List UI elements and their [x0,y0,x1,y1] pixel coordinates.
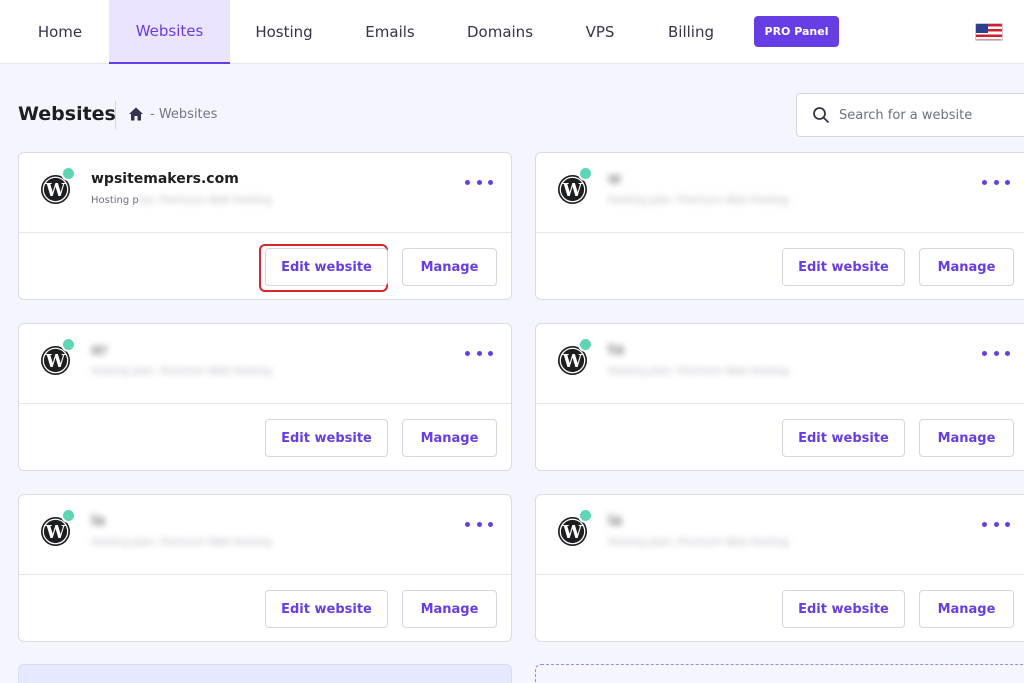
website-domain[interactable]: la [608,513,622,529]
edit-website-button[interactable]: Edit website [782,248,905,286]
svg-text:W: W [45,523,66,543]
edit-website-button[interactable]: Edit website [265,248,388,286]
hosting-plan: Hosting plan: Premium Web Hosting [91,366,272,377]
manage-button[interactable]: Manage [919,248,1014,286]
website-domain[interactable]: la [91,513,105,529]
manage-button[interactable]: Manage [402,248,497,286]
nav-vps[interactable]: VPS [571,0,629,64]
more-options-icon[interactable] [465,517,493,531]
hosting-plan: Hosting plan: Premium Web Hosting [608,537,789,548]
website-domain[interactable]: wpsitemakers.com [91,171,239,187]
card-header: W ta Hosting plan: Premium Web Hosting [536,324,1024,404]
manage-button[interactable]: Manage [402,590,497,628]
nav-home[interactable]: Home [18,0,102,64]
top-navigation: Home Websites Hosting Emails Domains VPS… [0,0,1024,64]
nav-domains[interactable]: Domains [455,0,545,64]
svg-text:W: W [562,523,583,543]
manage-button[interactable]: Manage [402,419,497,457]
manage-button[interactable]: Manage [919,590,1014,628]
card-header: W la Hosting plan: Premium Web Hosting [19,495,511,575]
hosting-plan: Hosting plan: Premium Web Hosting [91,537,272,548]
more-options-icon[interactable] [982,346,1010,360]
card-header: W wpsitemakers.com Hosting plan: Premium… [19,153,511,233]
status-active-dot [578,508,593,523]
edit-website-button[interactable]: Edit website [782,590,905,628]
status-active-dot [61,508,76,523]
more-options-icon[interactable] [982,517,1010,531]
manage-button[interactable]: Manage [919,419,1014,457]
breadcrumb: - Websites [150,107,218,122]
search-icon [813,107,829,123]
website-card: W w Hosting plan: Premium Web Hosting Ed… [535,152,1024,300]
nav-websites[interactable]: Websites [109,0,230,64]
hosting-plan: Hosting plan: Premium Web Hosting [91,195,272,206]
search-placeholder: Search for a website [839,108,973,123]
svg-text:W: W [562,181,583,201]
more-options-icon[interactable] [465,346,493,360]
hosting-plan: Hosting plan: Premium Web Hosting [608,195,789,206]
website-card: W ar Hosting plan: Premium Web Hosting E… [18,323,512,471]
add-website-card[interactable] [535,664,1024,683]
card-header: W ar Hosting plan: Premium Web Hosting [19,324,511,404]
us-flag-icon[interactable] [975,23,1003,41]
edit-website-button[interactable]: Edit website [265,590,388,628]
nav-hosting[interactable]: Hosting [242,0,326,64]
status-active-dot [578,166,593,181]
nav-emails[interactable]: Emails [352,0,428,64]
website-domain[interactable]: ta [608,342,624,358]
hosting-plan: Hosting plan: Premium Web Hosting [608,366,789,377]
website-card: W wpsitemakers.com Hosting plan: Premium… [18,152,512,300]
page-title: Websites [18,103,116,125]
more-options-icon[interactable] [465,175,493,189]
svg-text:W: W [45,181,66,201]
status-active-dot [61,166,76,181]
home-icon[interactable] [128,106,144,122]
website-card: W ta Hosting plan: Premium Web Hosting E… [535,323,1024,471]
svg-text:W: W [45,352,66,372]
title-divider [115,101,116,129]
website-domain[interactable]: ar [91,342,107,358]
edit-website-button[interactable]: Edit website [265,419,388,457]
status-active-dot [578,337,593,352]
card-header: W la Hosting plan: Premium Web Hosting [536,495,1024,575]
svg-text:W: W [562,352,583,372]
website-card: W la Hosting plan: Premium Web Hosting E… [535,494,1024,642]
search-input[interactable]: Search for a website [796,93,1024,137]
website-card: W la Hosting plan: Premium Web Hosting E… [18,494,512,642]
website-domain[interactable]: w [608,171,621,187]
nav-billing[interactable]: Billing [656,0,726,64]
pro-panel-button[interactable]: PRO Panel [754,16,839,47]
card-header: W w Hosting plan: Premium Web Hosting [536,153,1024,233]
more-options-icon[interactable] [982,175,1010,189]
status-active-dot [61,337,76,352]
promo-card [18,664,512,683]
edit-website-button[interactable]: Edit website [782,419,905,457]
